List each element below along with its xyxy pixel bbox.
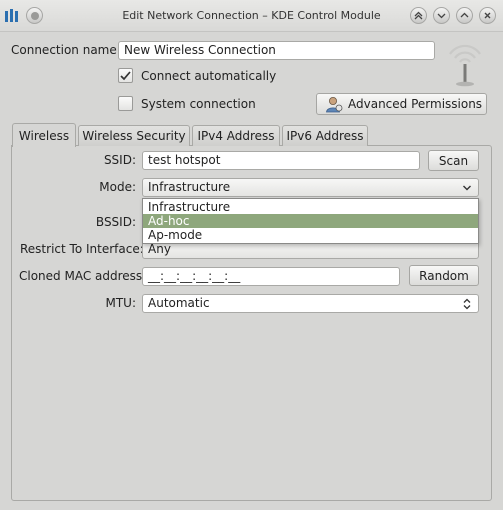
advanced-permissions-label: Advanced Permissions [348, 97, 483, 111]
connection-name-label: Connection name: [11, 43, 121, 57]
minimize-button[interactable] [433, 7, 450, 24]
close-button[interactable] [479, 7, 496, 24]
wireless-antenna-icon [440, 38, 490, 88]
tab-ipv6-address[interactable]: IPv6 Address [282, 125, 368, 146]
chevron-up-icon [460, 12, 469, 18]
window-title: Edit Network Connection – KDE Control Mo… [122, 9, 381, 22]
tab-wireless[interactable]: Wireless [12, 123, 76, 147]
close-icon [484, 12, 491, 19]
random-button[interactable]: Random [409, 265, 479, 286]
chevron-down-icon [463, 185, 471, 191]
advanced-permissions-button[interactable]: Advanced Permissions [316, 93, 487, 115]
system-connection-label: System connection [141, 97, 256, 111]
checkmark-icon [120, 71, 131, 81]
mode-dropdown-list: Infrastructure Ad-hoc Ap-mode [142, 198, 479, 244]
user-permissions-icon [326, 97, 343, 113]
restrict-interface-label: Restrict To Interface: [20, 242, 144, 256]
chevron-down-icon [437, 13, 446, 19]
scan-button[interactable]: Scan [428, 150, 479, 171]
bssid-label: BSSID: [95, 215, 136, 229]
connect-automatically-label: Connect automatically [141, 69, 277, 83]
mode-option-ad-hoc[interactable]: Ad-hoc [143, 214, 478, 228]
connect-automatically-checkbox[interactable] [118, 68, 133, 83]
maximize-button[interactable] [456, 7, 473, 24]
cloned-mac-input[interactable]: __:__:__:__:__:__ [142, 267, 400, 286]
mode-option-ap-mode[interactable]: Ap-mode [143, 228, 478, 242]
connection-name-input[interactable]: New Wireless Connection [118, 41, 435, 60]
mtu-spinbox[interactable]: Automatic [142, 294, 479, 313]
cloned-mac-label: Cloned MAC address [19, 269, 143, 283]
system-connection-checkbox[interactable] [118, 96, 133, 111]
ssid-label: SSID: [103, 153, 136, 167]
mtu-label: MTU: [105, 296, 136, 310]
mode-label: Mode: [99, 180, 136, 194]
tab-ipv4-address[interactable]: IPv4 Address [192, 125, 280, 146]
double-chevron-up-icon [414, 11, 423, 20]
tab-wireless-security[interactable]: Wireless Security [78, 125, 190, 146]
ssid-input[interactable]: test hotspot [142, 151, 420, 170]
up-down-arrows-icon [463, 298, 471, 310]
keep-above-button[interactable] [410, 7, 427, 24]
mode-option-infrastructure[interactable]: Infrastructure [143, 200, 478, 214]
mode-select[interactable]: Infrastructure [142, 178, 479, 197]
